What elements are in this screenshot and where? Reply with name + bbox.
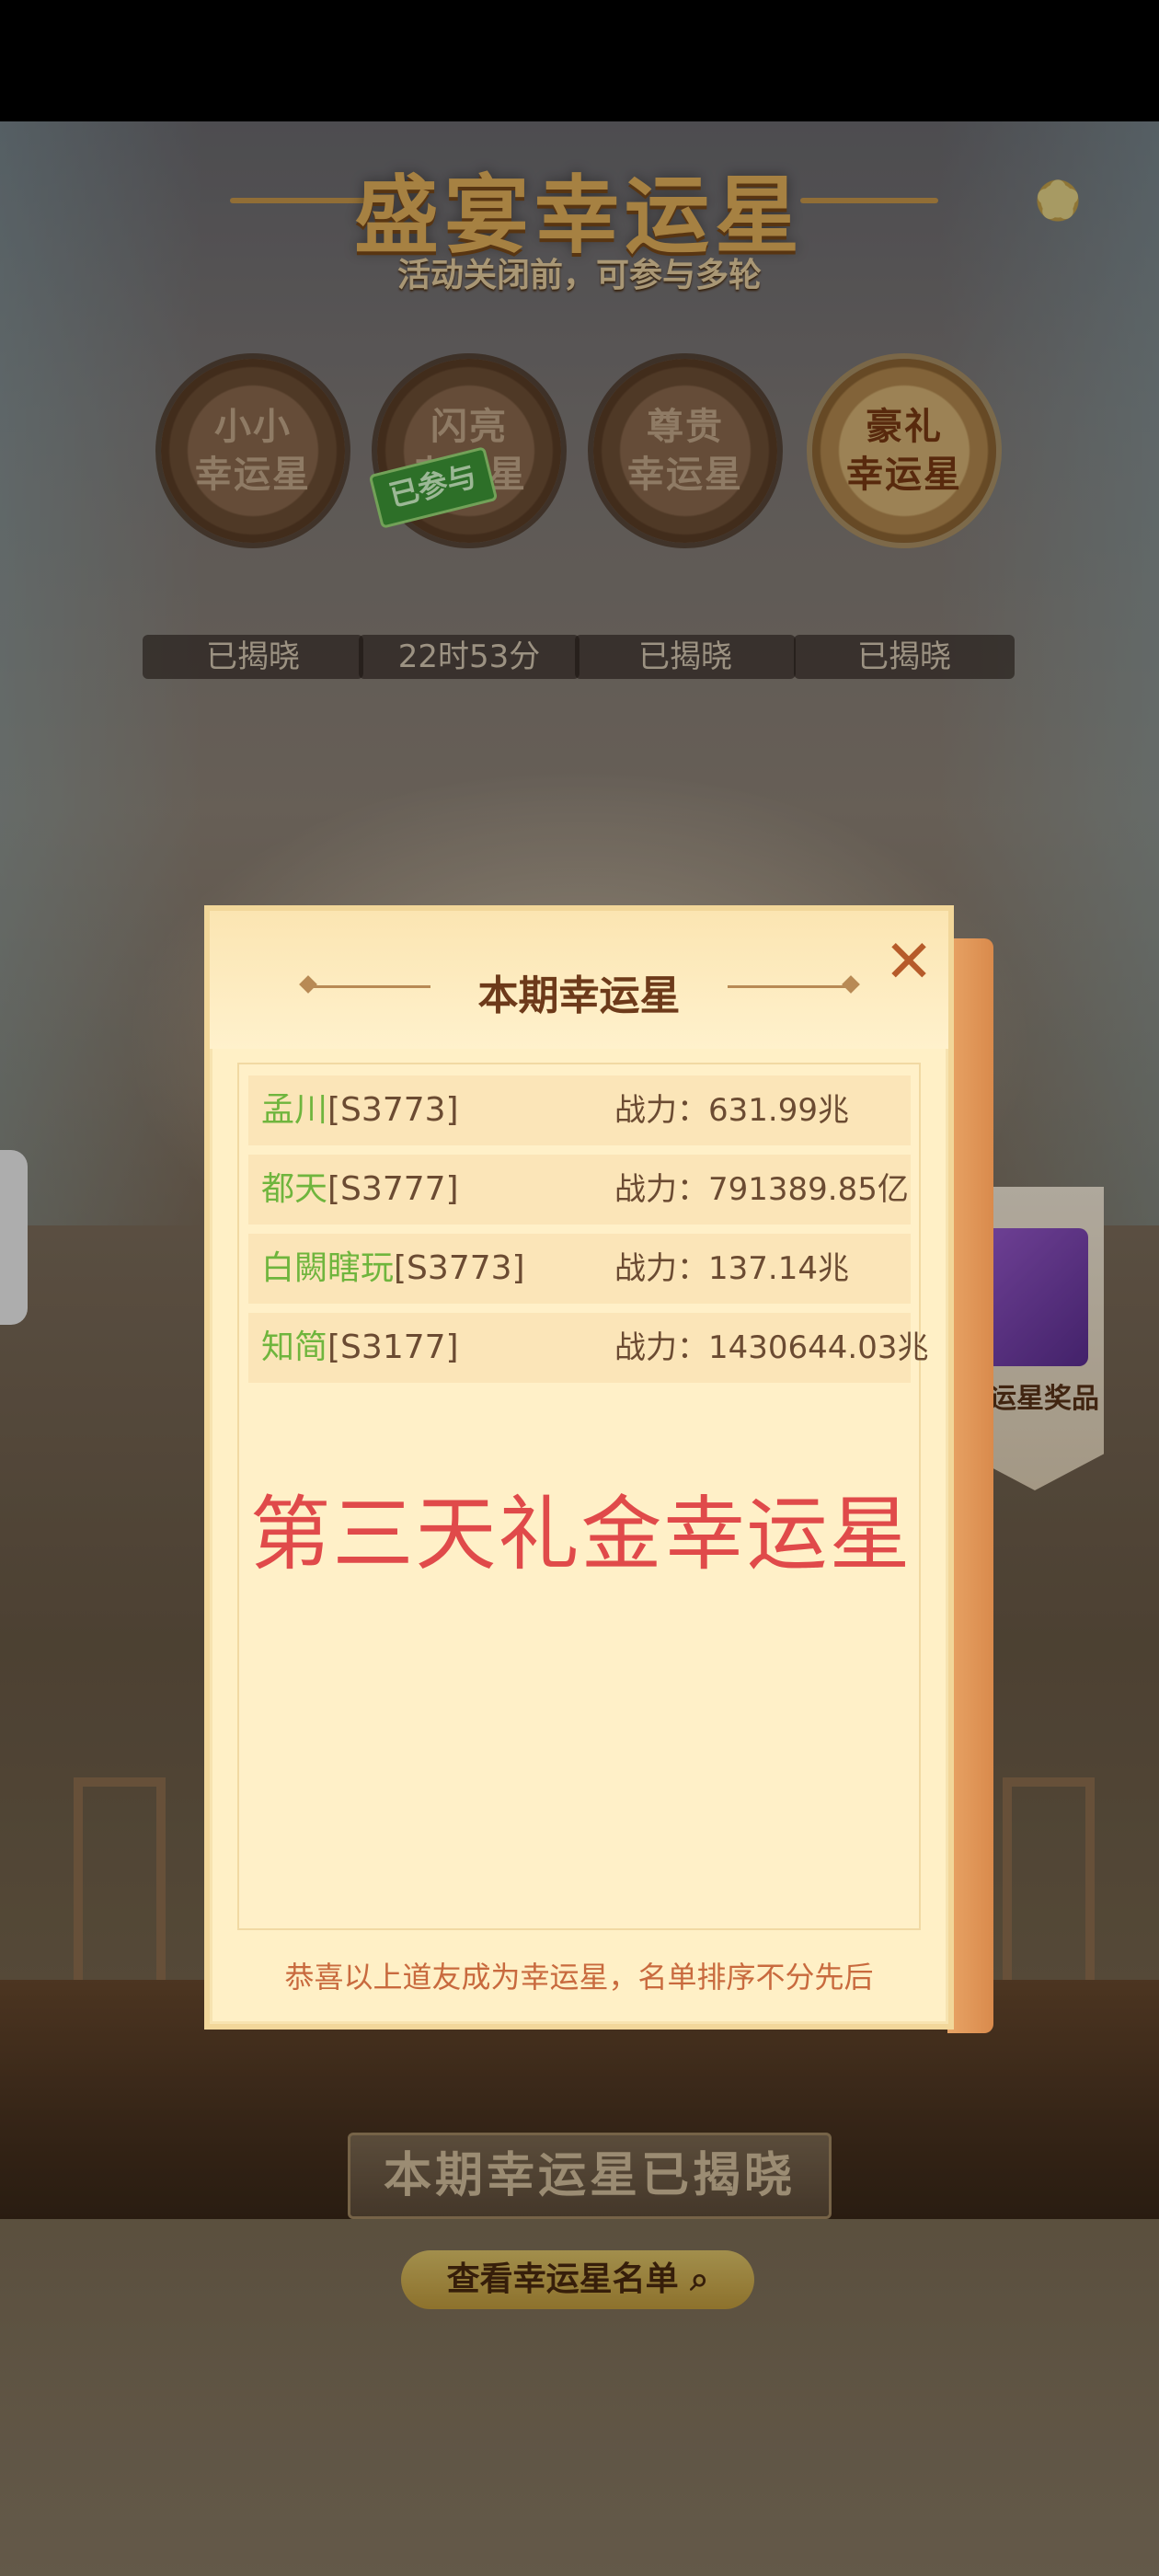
winner-name: 白闕瞎玩 bbox=[261, 1249, 395, 1287]
modal-header: 本期幸运星 ✕ bbox=[210, 911, 948, 1049]
winner-name: 孟川 bbox=[261, 1091, 328, 1129]
winner-power: 战力：791389.85亿 bbox=[614, 1171, 909, 1208]
winner-name: 都天 bbox=[261, 1170, 328, 1208]
close-icon[interactable]: ✕ bbox=[881, 933, 936, 992]
winner-server: [S3773] bbox=[394, 1249, 525, 1287]
list-item: 都天[S3777] 战力：791389.85亿 bbox=[248, 1155, 911, 1225]
list-item: 白闕瞎玩[S3773] 战力：137.14兆 bbox=[248, 1234, 911, 1304]
list-item: 孟川[S3773] 战力：631.99兆 bbox=[248, 1075, 911, 1145]
list-item: 知简[S3177] 战力：1430644.03兆 bbox=[248, 1313, 929, 1383]
modal-footer-note: 恭喜以上道友成为幸运星，名单排序不分先后 bbox=[284, 1960, 874, 1995]
lucky-star-modal: 本期幸运星 ✕ 孟川[S3773] 战力：631.99兆 都天[S3777] 战… bbox=[204, 905, 954, 2030]
winner-name: 知简 bbox=[261, 1328, 328, 1366]
winner-power: 战力：137.14兆 bbox=[614, 1250, 849, 1287]
winner-server: [S3773] bbox=[327, 1091, 459, 1129]
status-bar bbox=[0, 0, 1159, 121]
winner-power: 战力：1430644.03兆 bbox=[614, 1329, 929, 1366]
modal-title: 本期幸运星 bbox=[477, 972, 681, 1019]
winner-server: [S3177] bbox=[327, 1328, 459, 1366]
winner-server: [S3777] bbox=[327, 1170, 459, 1208]
winner-power: 战力：631.99兆 bbox=[614, 1092, 849, 1129]
winner-list: 孟川[S3773] 战力：631.99兆 都天[S3777] 战力：791389… bbox=[237, 1063, 929, 1930]
overlay-caption: 第三天礼金幸运星 bbox=[249, 1487, 912, 1581]
modal-paper-back bbox=[947, 938, 993, 2033]
